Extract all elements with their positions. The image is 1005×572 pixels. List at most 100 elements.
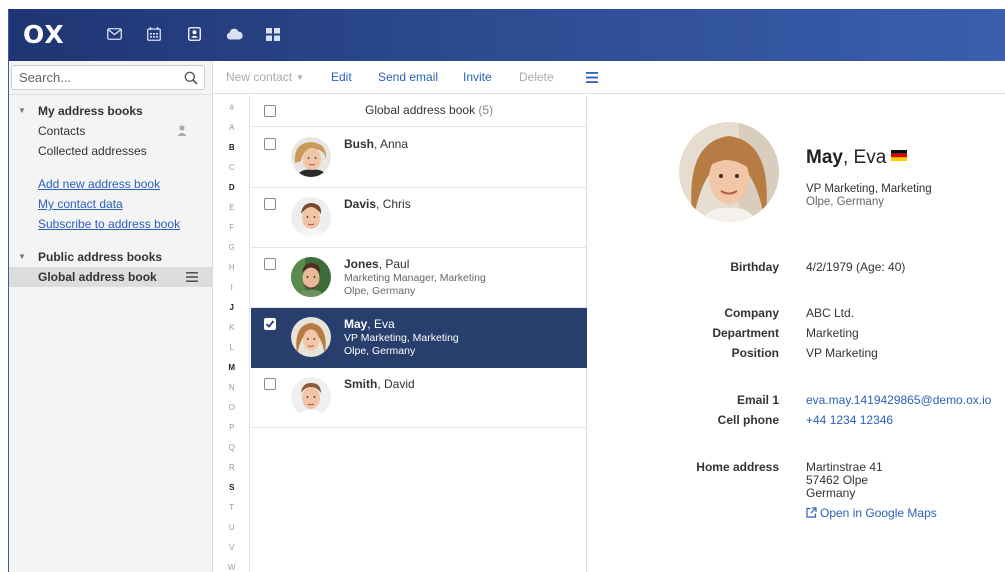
detail-name: May, Eva (806, 147, 908, 169)
avatar (291, 137, 331, 177)
row-checkbox[interactable] (264, 198, 276, 210)
letter-index-item[interactable]: M (214, 363, 250, 373)
folder-label: Contacts (38, 124, 86, 138)
avatar (291, 257, 331, 297)
letter-index-item[interactable]: C (214, 163, 250, 173)
caret-down-icon[interactable]: ▼ (18, 101, 26, 121)
row-checkbox-checked[interactable] (264, 318, 276, 330)
app-window: OX ▼ My address books Contacts (8, 9, 1005, 572)
folder-item-contacts[interactable]: Contacts (9, 121, 213, 141)
apps-grid-icon[interactable] (263, 24, 283, 44)
address-book-icon[interactable] (184, 24, 204, 44)
list-title: Global address book (5) (365, 103, 493, 117)
contact-row[interactable]: Smith, David (251, 368, 587, 428)
letter-index-item[interactable]: B (214, 143, 250, 153)
new-contact-button[interactable]: New contact ▼ (226, 70, 304, 85)
list-count: (5) (478, 103, 494, 117)
letter-index-item[interactable]: H (214, 263, 250, 273)
department-value: Marketing (806, 326, 859, 340)
letter-index-item[interactable]: U (214, 523, 250, 533)
address-line-1: Martinstrae 41 (806, 460, 883, 474)
contact-position: VP Marketing, Marketing (344, 332, 459, 344)
contact-last-name: Bush (344, 137, 374, 151)
folder-item-global-address-book[interactable]: Global address book (9, 267, 213, 287)
folder-item-collected-addresses[interactable]: Collected addresses (9, 141, 213, 161)
contact-last-name: Davis (344, 197, 377, 211)
contact-row[interactable]: Bush, Anna (251, 128, 587, 188)
mail-icon[interactable] (104, 24, 124, 44)
letter-index-item[interactable]: E (214, 203, 250, 213)
my-contact-data-link[interactable]: My contact data (38, 195, 123, 213)
letter-index-item[interactable]: L (214, 343, 250, 353)
letter-index-item[interactable]: I (214, 283, 250, 293)
letter-index-item[interactable]: A (214, 123, 250, 133)
search-input[interactable] (12, 66, 177, 89)
contact-location: Olpe, Germany (344, 345, 416, 357)
letter-index-item[interactable]: T (214, 503, 250, 513)
google-maps-label: Open in Google Maps (820, 506, 937, 520)
letter-index-item[interactable]: # (214, 103, 250, 113)
list-header: Global address book (5) (251, 95, 587, 127)
folder-label: Collected addresses (38, 144, 147, 158)
contact-detail: May, Eva VP Marketing, Marketing Olpe, G… (588, 95, 1005, 572)
calendar-icon[interactable] (144, 24, 164, 44)
contact-row[interactable]: Jones, Paul Marketing Manager, Marketing… (251, 248, 587, 308)
subscribe-address-book-link[interactable]: Subscribe to address book (38, 215, 180, 233)
letter-index-item[interactable]: Q (214, 443, 250, 453)
public-address-books-folder[interactable]: ▼ Public address books (9, 247, 213, 267)
company-value: ABC Ltd. (806, 306, 855, 320)
letter-index-item[interactable]: F (214, 223, 250, 233)
address-line-2: 57462 Olpe (806, 473, 869, 487)
letter-index-item[interactable]: K (214, 323, 250, 333)
home-address-label: Home address (696, 460, 779, 474)
detail-first-name: , Eva (842, 147, 887, 168)
letter-index-item[interactable]: N (214, 383, 250, 393)
contact-first-name: , Anna (374, 137, 409, 151)
cloud-icon[interactable] (224, 24, 244, 44)
folder-options-icon[interactable] (186, 271, 198, 283)
contact-first-name: , Paul (378, 257, 410, 271)
caret-down-icon[interactable]: ▼ (18, 247, 26, 267)
contact-name: May, Eva (344, 316, 395, 332)
google-maps-link[interactable]: Open in Google Maps (806, 506, 937, 520)
my-address-books-folder[interactable]: ▼ My address books (9, 101, 213, 121)
ox-logo[interactable]: OX (23, 22, 65, 48)
toolbar: New contact ▼ Edit Send email Invite Dele… (214, 61, 1005, 94)
department-label: Department (712, 326, 779, 340)
contact-row[interactable]: Davis, Chris (251, 188, 587, 248)
letter-index-item[interactable]: V (214, 543, 250, 553)
letter-index-item[interactable]: O (214, 403, 250, 413)
add-new-address-book-link[interactable]: Add new address book (38, 175, 160, 193)
row-checkbox[interactable] (264, 378, 276, 390)
birthday-value: 4/2/1979 (Age: 40) (806, 260, 906, 274)
avatar (291, 197, 331, 237)
row-checkbox[interactable] (264, 138, 276, 150)
birthday-label: Birthday (730, 260, 779, 274)
external-link-icon (806, 507, 817, 518)
letter-index-item[interactable]: S (214, 483, 250, 493)
row-checkbox[interactable] (264, 258, 276, 270)
contact-location: Olpe, Germany (344, 285, 416, 297)
letter-index-item[interactable]: W (214, 563, 250, 572)
germany-flag-icon (891, 150, 908, 161)
invite-button[interactable]: Invite (463, 70, 492, 85)
send-email-button[interactable]: Send email (378, 70, 438, 85)
letter-index-item[interactable]: J (214, 303, 250, 313)
delete-button[interactable]: Delete (519, 70, 554, 85)
contact-name: Bush, Anna (344, 136, 408, 152)
email-link[interactable]: eva.may.1419429865@demo.ox.io (806, 393, 991, 407)
sidebar-divider (9, 94, 213, 95)
email-label: Email 1 (736, 393, 779, 407)
contact-row-selected[interactable]: May, Eva VP Marketing, Marketing Olpe, G… (251, 308, 587, 368)
letter-index-item[interactable]: G (214, 243, 250, 253)
cell-phone-label: Cell phone (717, 413, 779, 427)
select-all-checkbox[interactable] (264, 105, 276, 117)
letter-index-item[interactable]: D (214, 183, 250, 193)
more-actions-icon[interactable] (586, 72, 598, 83)
search-icon[interactable] (184, 71, 198, 85)
edit-button[interactable]: Edit (331, 70, 352, 85)
letter-index-item[interactable]: P (214, 423, 250, 433)
letter-index-item[interactable]: R (214, 463, 250, 473)
cell-phone-link[interactable]: +44 1234 12346 (806, 413, 893, 427)
detail-title: VP Marketing, Marketing (806, 183, 932, 195)
